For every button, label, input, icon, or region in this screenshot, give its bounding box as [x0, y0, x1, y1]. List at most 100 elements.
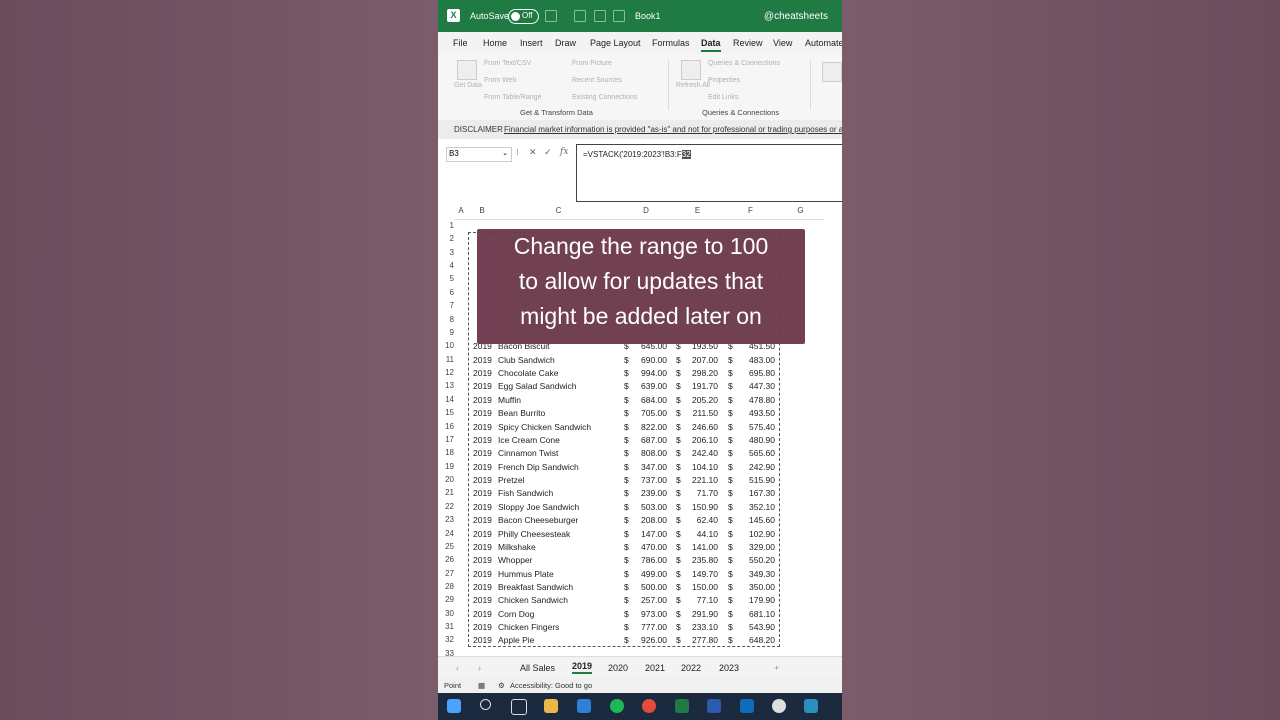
existing-connections-button[interactable]: Existing Connections: [572, 94, 637, 101]
recent-sources-button[interactable]: Recent Sources: [572, 77, 622, 84]
queries-connections-button[interactable]: Queries & Connections: [708, 60, 780, 67]
refresh-all-icon[interactable]: [681, 60, 701, 80]
tab-home[interactable]: Home: [483, 38, 507, 48]
row-header[interactable]: 9: [438, 328, 454, 337]
cancel-icon[interactable]: ✕: [529, 147, 537, 158]
tab-formulas[interactable]: Formulas: [652, 38, 690, 48]
scroll-left-icon[interactable]: ‹: [456, 663, 459, 673]
properties-button[interactable]: Properties: [708, 77, 740, 84]
edit-links-button[interactable]: Edit Links: [708, 94, 738, 101]
from-text-button[interactable]: From Text/CSV: [484, 60, 531, 67]
column-header-e[interactable]: E: [671, 206, 724, 220]
mail-icon[interactable]: [577, 699, 591, 713]
row-header[interactable]: 20: [438, 475, 454, 484]
tab-review[interactable]: Review: [733, 38, 763, 48]
row-header[interactable]: 8: [438, 315, 454, 324]
redo-icon[interactable]: [594, 10, 606, 22]
get-data-label[interactable]: Get Data: [454, 82, 482, 89]
accessibility-status[interactable]: Accessibility: Good to go: [510, 681, 592, 690]
spotify-icon[interactable]: [610, 699, 624, 713]
row-header[interactable]: 26: [438, 555, 454, 564]
more-icon[interactable]: ⁝: [516, 147, 519, 158]
column-header-f[interactable]: F: [724, 206, 777, 220]
scroll-right-icon[interactable]: ›: [478, 663, 481, 673]
row-header[interactable]: 7: [438, 301, 454, 310]
fx-icon[interactable]: fx: [560, 147, 568, 157]
row-header[interactable]: 23: [438, 515, 454, 524]
column-header-d[interactable]: D: [621, 206, 671, 220]
column-header-c[interactable]: C: [496, 206, 621, 220]
row-header[interactable]: 1: [438, 221, 454, 230]
column-header-b[interactable]: B: [468, 206, 496, 220]
enter-icon[interactable]: ✓: [544, 147, 552, 158]
row-header[interactable]: 18: [438, 448, 454, 457]
from-web-button[interactable]: From Web: [484, 77, 517, 84]
row-header[interactable]: 16: [438, 422, 454, 431]
row-header[interactable]: 13: [438, 381, 454, 390]
row-header[interactable]: 19: [438, 462, 454, 471]
sheet-stats-icon[interactable]: ▦: [478, 681, 485, 690]
tab-file[interactable]: File: [453, 38, 468, 48]
row-header[interactable]: 5: [438, 274, 454, 283]
disclaimer-link[interactable]: Financial market information is provided…: [504, 125, 842, 134]
tab-view[interactable]: View: [773, 38, 792, 48]
app-icon[interactable]: [772, 699, 786, 713]
add-sheet-icon[interactable]: +: [774, 663, 779, 673]
row-header[interactable]: 24: [438, 529, 454, 538]
from-picture-button[interactable]: From Picture: [572, 60, 612, 67]
row-header[interactable]: 2: [438, 234, 454, 243]
undo-icon[interactable]: [574, 10, 586, 22]
row-header[interactable]: 27: [438, 569, 454, 578]
row-header[interactable]: 30: [438, 609, 454, 618]
tab-automate[interactable]: Automate: [805, 38, 842, 48]
from-table-button[interactable]: From Table/Range: [484, 94, 541, 101]
row-header[interactable]: 14: [438, 395, 454, 404]
sheet-tab-2020[interactable]: 2020: [608, 663, 628, 673]
row-header[interactable]: 28: [438, 582, 454, 591]
excel-taskbar-icon[interactable]: [675, 699, 689, 713]
name-box[interactable]: B3 ⌄: [446, 147, 512, 162]
sheet-tab-2023[interactable]: 2023: [719, 663, 739, 673]
app-icon[interactable]: [804, 699, 818, 713]
row-header[interactable]: 12: [438, 368, 454, 377]
row-header[interactable]: 4: [438, 261, 454, 270]
row-header[interactable]: 17: [438, 435, 454, 444]
row-header[interactable]: 22: [438, 502, 454, 511]
row-header[interactable]: 25: [438, 542, 454, 551]
tab-draw[interactable]: Draw: [555, 38, 576, 48]
chrome-icon[interactable]: [642, 699, 656, 713]
get-data-icon[interactable]: [457, 60, 477, 80]
task-view-icon[interactable]: [511, 699, 527, 715]
outlook-icon[interactable]: [740, 699, 754, 713]
column-header-g[interactable]: G: [777, 206, 824, 220]
sheet-tab-all-sales[interactable]: All Sales: [520, 663, 555, 673]
row-header[interactable]: 15: [438, 408, 454, 417]
sheet-tab-2021[interactable]: 2021: [645, 663, 665, 673]
tab-insert[interactable]: Insert: [520, 38, 543, 48]
windows-start-icon[interactable]: [447, 699, 461, 713]
row-header[interactable]: 32: [438, 635, 454, 644]
formula-input[interactable]: =VSTACK('2019:2023'!B3:F32: [576, 144, 842, 202]
name-box-value: B3: [449, 149, 459, 158]
sheet-tab-2022[interactable]: 2022: [681, 663, 701, 673]
row-header[interactable]: 31: [438, 622, 454, 631]
row-header[interactable]: 3: [438, 248, 454, 257]
row-header[interactable]: 29: [438, 595, 454, 604]
search-icon[interactable]: [480, 699, 491, 710]
autosave-toggle[interactable]: Off: [508, 9, 539, 24]
save-icon[interactable]: [545, 10, 557, 22]
ribbon-icon[interactable]: [822, 62, 842, 82]
row-header[interactable]: 10: [438, 341, 454, 350]
tab-page-layout[interactable]: Page Layout: [590, 38, 641, 48]
sheet-tab-2019[interactable]: 2019: [572, 661, 593, 674]
new-file-icon[interactable]: [613, 10, 625, 22]
chevron-down-icon[interactable]: ⌄: [502, 149, 508, 157]
row-header[interactable]: 6: [438, 288, 454, 297]
tab-data[interactable]: Data: [701, 38, 721, 52]
row-header[interactable]: 11: [438, 355, 454, 364]
column-header-a[interactable]: A: [454, 206, 468, 220]
row-header[interactable]: 21: [438, 488, 454, 497]
file-explorer-icon[interactable]: [544, 699, 558, 713]
word-icon[interactable]: [707, 699, 721, 713]
refresh-all-label[interactable]: Refresh All: [676, 82, 710, 89]
